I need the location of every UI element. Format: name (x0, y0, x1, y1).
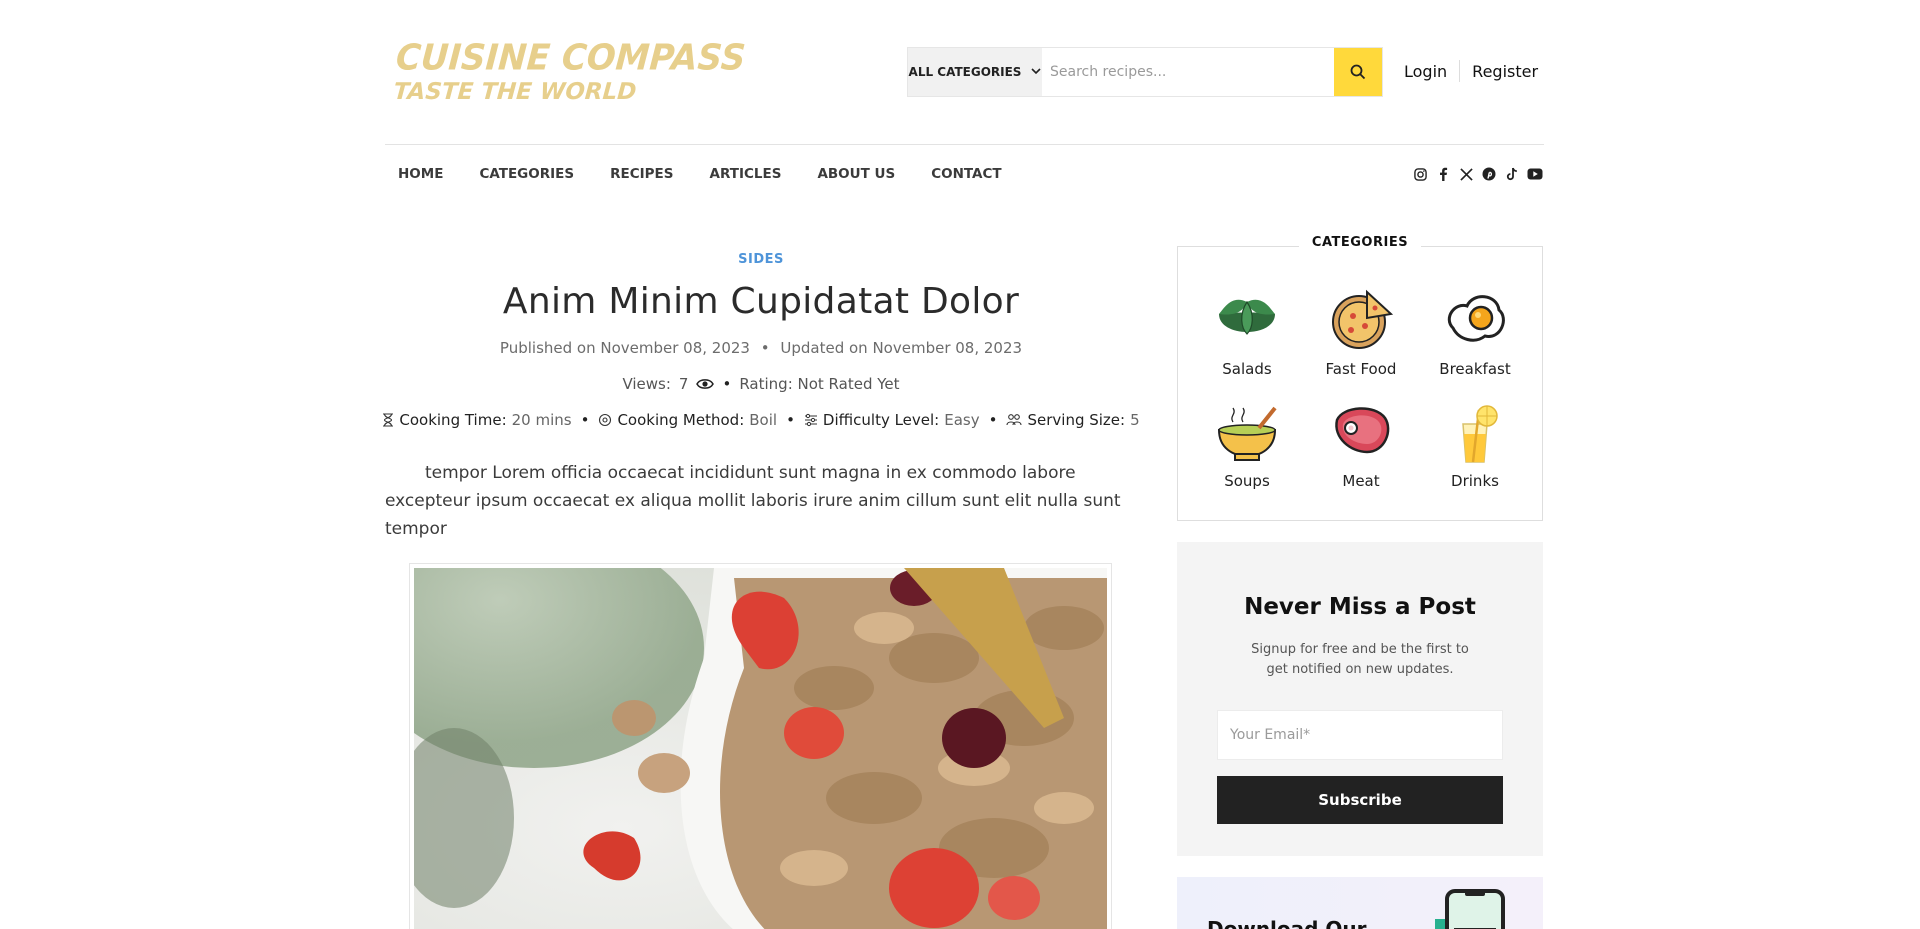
category-meat[interactable]: Meat (1304, 400, 1418, 490)
post-stats: Views: 7 • Rating: Not Rated Yet (385, 375, 1137, 393)
post-intro: tempor Lorem officia occaecat incididunt… (385, 463, 1121, 539)
brand-tagline: TASTE THE WORLD (392, 78, 638, 105)
recipe-meta: Cooking Time: 20 mins • Cooking Method: … (382, 411, 1140, 429)
category-soups[interactable]: Soups (1190, 400, 1304, 490)
pizza-icon (1332, 289, 1393, 349)
post-category-link[interactable]: SIDES (385, 252, 1137, 267)
instagram-icon[interactable] (1412, 166, 1428, 182)
category-label: Salads (1222, 360, 1272, 378)
hourglass-icon (383, 413, 394, 427)
categories-grid: Salads Fast Food Breakfast Soups Meat Dr… (1190, 288, 1532, 490)
category-label: Soups (1224, 472, 1270, 490)
views-count: 7 (678, 375, 689, 393)
serving-size-value: 5 (1130, 411, 1140, 429)
views-label: Views: (622, 375, 671, 393)
header-divider (385, 144, 1544, 145)
app-download-title: Download Our (1207, 917, 1367, 929)
youtube-icon[interactable] (1527, 166, 1543, 182)
divider (1459, 60, 1461, 82)
cooking-method-label: Cooking Method: (617, 411, 745, 429)
nav-recipes[interactable]: RECIPES (610, 166, 673, 182)
published-date: Published on November 08, 2023 (499, 339, 750, 357)
search-input[interactable] (1042, 48, 1334, 96)
cooking-time-value: 20 mins (511, 411, 572, 429)
x-icon[interactable] (1458, 166, 1474, 182)
category-select-value: ALL CATEGORIES (908, 65, 1022, 79)
search-button[interactable] (1334, 48, 1382, 96)
category-salads[interactable]: Salads (1190, 288, 1304, 378)
bullet: • (580, 411, 590, 429)
salad-icon (1219, 299, 1275, 335)
categories-heading: CATEGORIES (1299, 235, 1421, 250)
phone-icon (1435, 889, 1505, 929)
social-links (1412, 166, 1543, 182)
post-content: SIDES Anim Minim Cupidatat Dolor Publish… (382, 240, 1140, 543)
facebook-icon[interactable] (1435, 166, 1451, 182)
category-label: Breakfast (1439, 360, 1511, 378)
cooking-method-value: Boil (749, 411, 778, 429)
pinterest-icon[interactable] (1481, 166, 1497, 182)
sliders-icon (804, 413, 817, 427)
nav-articles[interactable]: ARTICLES (710, 166, 782, 182)
cooking-time: Cooking Time: 20 mins (382, 411, 572, 429)
people-icon (1006, 414, 1023, 426)
difficulty-level: Difficulty Level: Easy (804, 411, 980, 429)
egg-icon (1447, 295, 1505, 342)
brand-name: CUISINE COMPASS (394, 36, 747, 79)
login-link[interactable]: Login (1404, 62, 1447, 81)
auth-links: Login Register (1404, 60, 1538, 82)
nav-categories[interactable]: CATEGORIES (479, 166, 574, 182)
search-bar: ALL CATEGORIES (907, 47, 1383, 97)
difficulty-level-label: Difficulty Level: (822, 411, 940, 429)
nav-contact[interactable]: CONTACT (931, 166, 1001, 182)
bullet: • (988, 411, 998, 429)
nav-about-us[interactable]: ABOUT US (817, 166, 895, 182)
rating-text: Rating: Not Rated Yet (739, 375, 900, 393)
category-fast-food[interactable]: Fast Food (1304, 288, 1418, 378)
category-select[interactable]: ALL CATEGORIES (908, 48, 1042, 96)
drink-icon (1462, 405, 1498, 463)
app-download-widget: Download Our (1177, 877, 1543, 929)
bullet: • (722, 375, 732, 393)
category-label: Fast Food (1325, 360, 1397, 378)
category-label: Drinks (1451, 472, 1499, 490)
site-logo[interactable]: CUISINE COMPASS TASTE THE WORLD (387, 36, 747, 108)
search-icon (1350, 64, 1366, 80)
bullet: • (786, 411, 795, 429)
category-breakfast[interactable]: Breakfast (1418, 288, 1532, 378)
cereal-bowl-image (414, 568, 1107, 929)
steak-icon (1335, 407, 1390, 454)
post-dates: Published on November 08, 2023 • Updated… (385, 339, 1137, 357)
updated-date: Updated on November 08, 2023 (780, 339, 1023, 357)
post-title: Anim Minim Cupidatat Dolor (502, 281, 1020, 322)
eye-icon (696, 379, 715, 389)
main-nav: HOME CATEGORIES RECIPES ARTICLES ABOUT U… (398, 166, 1002, 182)
category-drinks[interactable]: Drinks (1418, 400, 1532, 490)
register-link[interactable]: Register (1472, 62, 1538, 81)
cooking-method: Cooking Method: Boil (598, 411, 777, 429)
newsletter-description: Signup for free and be the first to get … (1251, 642, 1469, 677)
serving-size: Serving Size: 5 (1006, 411, 1140, 429)
email-field[interactable] (1217, 710, 1503, 760)
dot-separator: • (760, 339, 770, 357)
chevron-down-icon (1031, 65, 1042, 79)
cooking-time-label: Cooking Time: (399, 411, 507, 429)
newsletter-widget: Never Miss a Post Signup for free and be… (1177, 542, 1543, 856)
post-hero-image (409, 563, 1112, 929)
category-label: Meat (1342, 472, 1380, 490)
newsletter-title: Never Miss a Post (1244, 594, 1476, 620)
soup-icon (1217, 406, 1277, 461)
tiktok-icon[interactable] (1504, 166, 1520, 182)
subscribe-button[interactable]: Subscribe (1217, 776, 1503, 824)
serving-size-label: Serving Size: (1027, 411, 1126, 429)
nav-home[interactable]: HOME (398, 166, 443, 182)
difficulty-level-value: Easy (944, 411, 980, 429)
method-icon (599, 413, 612, 427)
